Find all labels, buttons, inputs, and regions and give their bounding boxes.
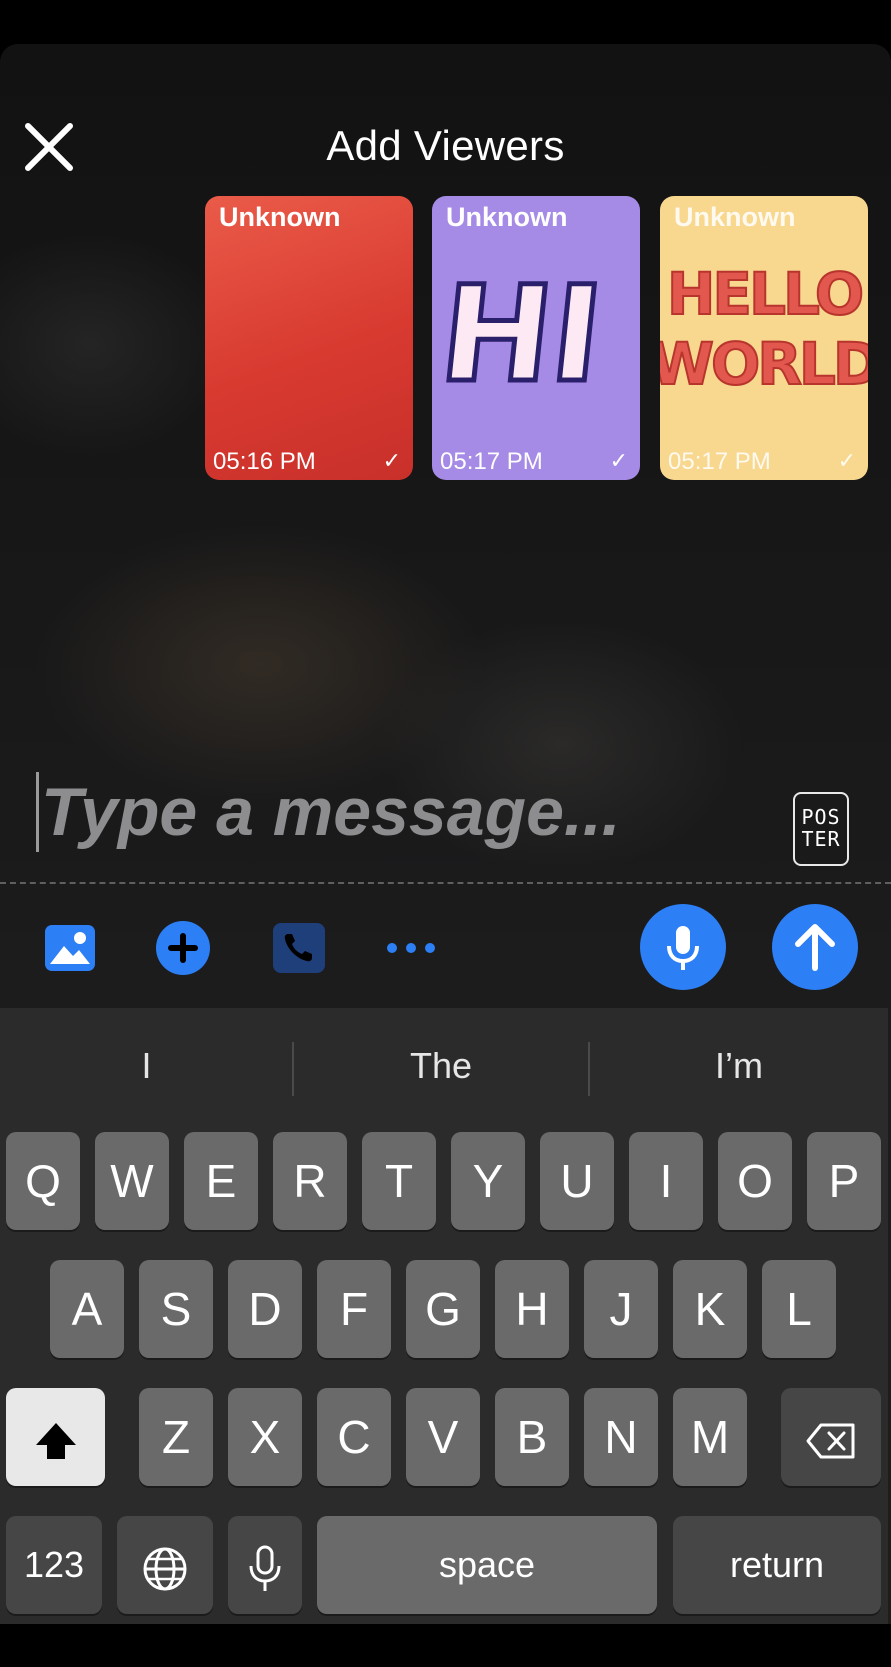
checkmark-icon: ✓ [609,448,628,473]
message-input[interactable]: Type a message... [36,772,681,852]
hello-world-sticker-art: HELLO WORLD [660,259,868,399]
more-button[interactable] [384,920,440,976]
poster-button[interactable]: POS TER [793,792,849,866]
more-icon [387,943,435,953]
send-button[interactable] [772,904,858,990]
add-button[interactable] [155,920,211,976]
poster-label-top: POS [801,805,841,829]
hi-sticker-art: HI [432,256,612,415]
microphone-icon [249,1545,281,1591]
key-d[interactable]: D [228,1260,302,1358]
phone-icon [273,923,325,973]
dictation-key[interactable] [228,1516,302,1614]
viewer-time: 05:17 PM [668,448,771,475]
key-c[interactable]: C [317,1388,391,1486]
key-z[interactable]: Z [139,1388,213,1486]
key-w[interactable]: W [95,1132,169,1230]
space-key[interactable]: space [317,1516,657,1614]
keyboard: I The I’m Q W E R T Y U I O P A S D F G … [0,1008,888,1624]
viewer-name: Unknown [446,202,568,232]
key-e[interactable]: E [184,1132,258,1230]
globe-key[interactable] [117,1516,213,1614]
backspace-key[interactable] [781,1388,881,1486]
microphone-icon [667,926,699,970]
globe-icon [143,1547,187,1591]
key-t[interactable]: T [362,1132,436,1230]
backspace-icon [806,1423,855,1459]
key-f[interactable]: F [317,1260,391,1358]
key-a[interactable]: A [50,1260,124,1358]
key-s[interactable]: S [139,1260,213,1358]
photo-icon [45,925,95,971]
suggestion-item[interactable]: The [294,1036,588,1096]
composer-divider [0,882,891,884]
key-i[interactable]: I [629,1132,703,1230]
key-x[interactable]: X [228,1388,302,1486]
key-h[interactable]: H [495,1260,569,1358]
viewer-name: Unknown [674,202,796,232]
key-m[interactable]: M [673,1388,747,1486]
hello-text: HELLO [667,260,862,328]
checkmark-icon: ✓ [382,448,401,473]
photo-button[interactable] [42,920,98,976]
suggestion-item[interactable]: I [0,1036,293,1096]
key-o[interactable]: O [718,1132,792,1230]
checkmark-icon: ✓ [837,448,856,473]
key-n[interactable]: N [584,1388,658,1486]
key-q[interactable]: Q [6,1132,80,1230]
world-text: WORLD [660,330,868,398]
viewer-card[interactable]: HELLO WORLD Unknown 05:17 PM ✓ [660,196,868,480]
viewer-name: Unknown [219,202,341,232]
hi-text: HI [434,258,610,412]
key-k[interactable]: K [673,1260,747,1358]
key-u[interactable]: U [540,1132,614,1230]
page-title: Add Viewers [326,122,565,169]
shift-arrow-icon [35,1422,76,1459]
key-y[interactable]: Y [451,1132,525,1230]
call-button[interactable] [271,920,327,976]
shift-key[interactable] [6,1388,105,1486]
plus-icon [156,921,210,975]
numbers-key[interactable]: 123 [6,1516,102,1614]
key-l[interactable]: L [762,1260,836,1358]
viewer-card[interactable]: HI Unknown 05:17 PM ✓ [432,196,640,480]
viewer-time: 05:17 PM [440,448,543,475]
return-key[interactable]: return [673,1516,881,1614]
voice-record-button[interactable] [640,904,726,990]
viewer-time: 05:16 PM [213,448,316,475]
viewer-card[interactable]: Unknown 05:16 PM ✓ [205,196,413,480]
key-v[interactable]: V [406,1388,480,1486]
key-p[interactable]: P [807,1132,881,1230]
key-b[interactable]: B [495,1388,569,1486]
key-g[interactable]: G [406,1260,480,1358]
key-j[interactable]: J [584,1260,658,1358]
send-arrow-icon [795,924,835,971]
key-r[interactable]: R [273,1132,347,1230]
poster-label-bottom: TER [801,827,841,851]
suggestion-item[interactable]: I’m [590,1036,888,1096]
